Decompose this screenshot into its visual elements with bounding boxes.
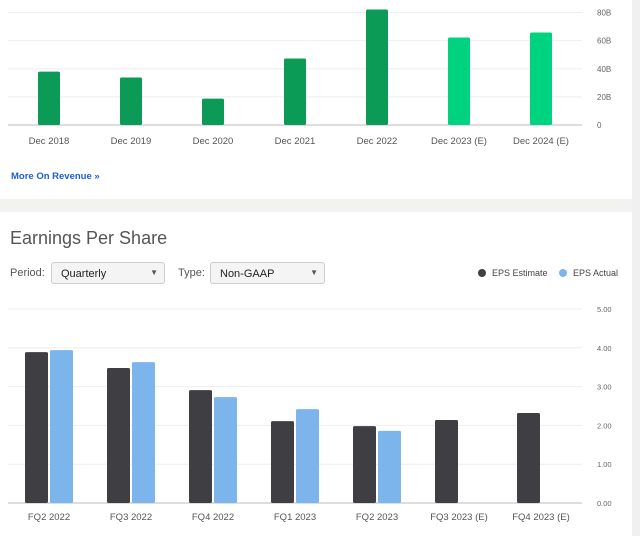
bar-eps-estimate	[189, 390, 212, 503]
x-tick-label: FQ4 2023 (E)	[512, 512, 570, 523]
type-value: Non-GAAP	[220, 268, 275, 280]
revenue-chart: 0 20B 40B 60B 80B Dec 2018 Dec 2019 Dec 2020 Dec…	[8, 9, 611, 147]
legend-dot-icon	[559, 269, 567, 277]
legend-eps-estimate: EPS Estimate	[478, 268, 548, 278]
x-tick-label: FQ1 2023	[274, 512, 316, 523]
y-tick-label: 60B	[597, 37, 611, 46]
bar	[448, 37, 470, 125]
more-on-revenue-link[interactable]: More On Revenue »	[11, 171, 100, 182]
period-value: Quarterly	[61, 268, 107, 280]
y-tick-label: 40B	[597, 65, 611, 74]
bar-eps-estimate	[25, 352, 48, 503]
bar	[202, 98, 224, 125]
bar	[38, 71, 60, 125]
y-tick-label: 1.00	[597, 460, 612, 469]
chevron-down-icon: ▼	[150, 268, 158, 277]
y-tick-label: 80B	[597, 9, 611, 18]
y-tick-label: 2.00	[597, 421, 612, 430]
x-tick-label: Dec 2023 (E)	[431, 136, 487, 147]
bar-eps-actual	[214, 397, 237, 503]
y-tick-label: 3.00	[597, 383, 612, 392]
x-tick-label: Dec 2018	[29, 136, 70, 147]
x-tick-label: FQ2 2022	[28, 512, 70, 523]
scrollbar[interactable]	[632, 0, 640, 536]
y-tick-label: 20B	[597, 93, 611, 102]
eps-title: Earnings Per Share	[10, 228, 168, 248]
bar-eps-actual	[378, 430, 401, 503]
period-select[interactable]: Quarterly ▼	[51, 262, 165, 284]
bar-eps-estimate	[517, 412, 540, 503]
legend-eps-actual: EPS Actual	[559, 268, 618, 278]
x-tick-label: FQ4 2022	[192, 512, 234, 523]
bar-eps-estimate	[353, 426, 376, 503]
x-tick-label: Dec 2024 (E)	[513, 136, 569, 147]
bar-eps-actual	[296, 409, 319, 503]
bar	[120, 77, 142, 125]
x-tick-label: Dec 2020	[193, 136, 234, 147]
y-tick-label: 5.00	[597, 305, 612, 314]
legend-label: EPS Actual	[573, 268, 619, 278]
x-tick-label: Dec 2021	[275, 136, 316, 147]
chevron-down-icon: ▼	[310, 268, 318, 277]
bar-eps-estimate	[107, 367, 130, 503]
y-tick-label: 4.00	[597, 344, 612, 353]
period-label: Period:	[10, 267, 45, 279]
bar	[284, 58, 306, 125]
x-tick-label: Dec 2019	[111, 136, 152, 147]
y-tick-label: 0.00	[597, 499, 612, 508]
type-label: Type:	[178, 267, 205, 279]
legend-dot-icon	[478, 269, 486, 277]
type-select[interactable]: Non-GAAP ▼	[210, 262, 325, 284]
y-tick-label: 0	[597, 121, 602, 130]
bar	[366, 9, 388, 125]
bar	[530, 32, 552, 125]
x-tick-label: FQ3 2022	[110, 512, 152, 523]
bar-eps-estimate	[435, 419, 458, 503]
legend-label: EPS Estimate	[492, 268, 548, 278]
section-divider	[0, 199, 632, 212]
x-tick-label: FQ3 2023 (E)	[430, 512, 488, 523]
x-tick-label: FQ2 2023	[356, 512, 398, 523]
bar-eps-actual	[50, 350, 73, 503]
eps-chart: 0.00 1.00 2.00 3.00 4.00 5.00 FQ2 2022 FQ3 2022…	[8, 305, 612, 523]
bar-eps-actual	[132, 362, 155, 503]
x-tick-label: Dec 2022	[357, 136, 398, 147]
bar-eps-estimate	[271, 421, 294, 503]
